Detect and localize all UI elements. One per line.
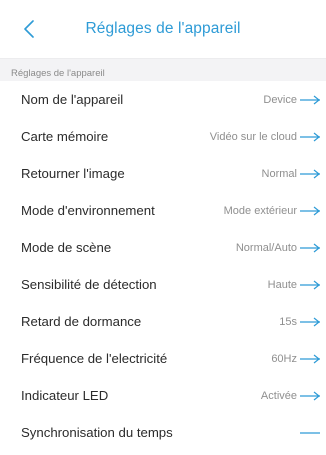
setting-label: Retard de dormance xyxy=(21,314,142,329)
setting-label: Carte mémoire xyxy=(21,129,109,144)
setting-label: Retourner l'image xyxy=(21,166,125,181)
setting-row-flip-image[interactable]: Retourner l'image Normal xyxy=(0,155,326,192)
settings-list: Nom de l'appareil Device Carte mémoire V… xyxy=(0,81,326,451)
setting-label: Mode d'environnement xyxy=(21,203,155,218)
setting-label: Nom de l'appareil xyxy=(21,92,124,107)
setting-label: Sensibilité de détection xyxy=(21,277,157,292)
setting-label: Fréquence de l'electricité xyxy=(21,351,168,366)
setting-row-power-frequency[interactable]: Fréquence de l'electricité 60Hz xyxy=(0,340,326,377)
setting-value: Vidéo sur le cloud xyxy=(209,130,297,143)
setting-label: Indicateur LED xyxy=(21,388,109,403)
chevron-left-icon xyxy=(24,20,34,38)
setting-row-time-sync[interactable]: Synchronisation du temps xyxy=(0,414,326,451)
arrow-right-icon xyxy=(300,317,320,326)
setting-value: Mode extérieur xyxy=(223,204,297,217)
setting-row-detection-sensitivity[interactable]: Sensibilité de détection Haute xyxy=(0,266,326,303)
setting-row-environment-mode[interactable]: Mode d'environnement Mode extérieur xyxy=(0,192,326,229)
section-header: Réglages de l'appareil xyxy=(0,58,326,81)
setting-value: Device xyxy=(263,93,297,106)
setting-row-scene-mode[interactable]: Mode de scène Normal/Auto xyxy=(0,229,326,266)
page-title: Réglages de l'appareil xyxy=(85,20,241,37)
setting-label: Mode de scène xyxy=(21,240,112,255)
setting-value: Activée xyxy=(260,389,297,402)
arrow-right-icon xyxy=(300,391,320,400)
setting-row-sleep-delay[interactable]: Retard de dormance 15s xyxy=(0,303,326,340)
setting-row-memory-card[interactable]: Carte mémoire Vidéo sur le cloud xyxy=(0,118,326,155)
setting-value: 60Hz xyxy=(271,352,297,365)
arrow-right-icon xyxy=(300,132,320,141)
arrow-right-icon xyxy=(300,354,320,363)
arrow-right-icon xyxy=(300,280,320,289)
top-bar: Réglages de l'appareil xyxy=(0,0,326,58)
arrow-right-icon xyxy=(300,95,320,104)
setting-value: Haute xyxy=(267,278,297,291)
arrow-right-icon xyxy=(300,431,320,434)
arrow-right-icon xyxy=(300,243,320,252)
setting-row-led-indicator[interactable]: Indicateur LED Activée xyxy=(0,377,326,414)
arrow-right-icon xyxy=(300,169,320,178)
setting-row-device-name[interactable]: Nom de l'appareil Device xyxy=(0,81,326,118)
arrow-right-icon xyxy=(300,206,320,215)
back-button[interactable] xyxy=(18,17,40,41)
setting-label: Synchronisation du temps xyxy=(21,425,173,440)
device-settings-screen: Réglages de l'appareil Réglages de l'app… xyxy=(0,0,326,455)
setting-value: Normal xyxy=(261,167,297,180)
section-title: Réglages de l'appareil xyxy=(11,68,105,79)
setting-value: Normal/Auto xyxy=(235,241,297,254)
setting-value: 15s xyxy=(279,315,297,328)
